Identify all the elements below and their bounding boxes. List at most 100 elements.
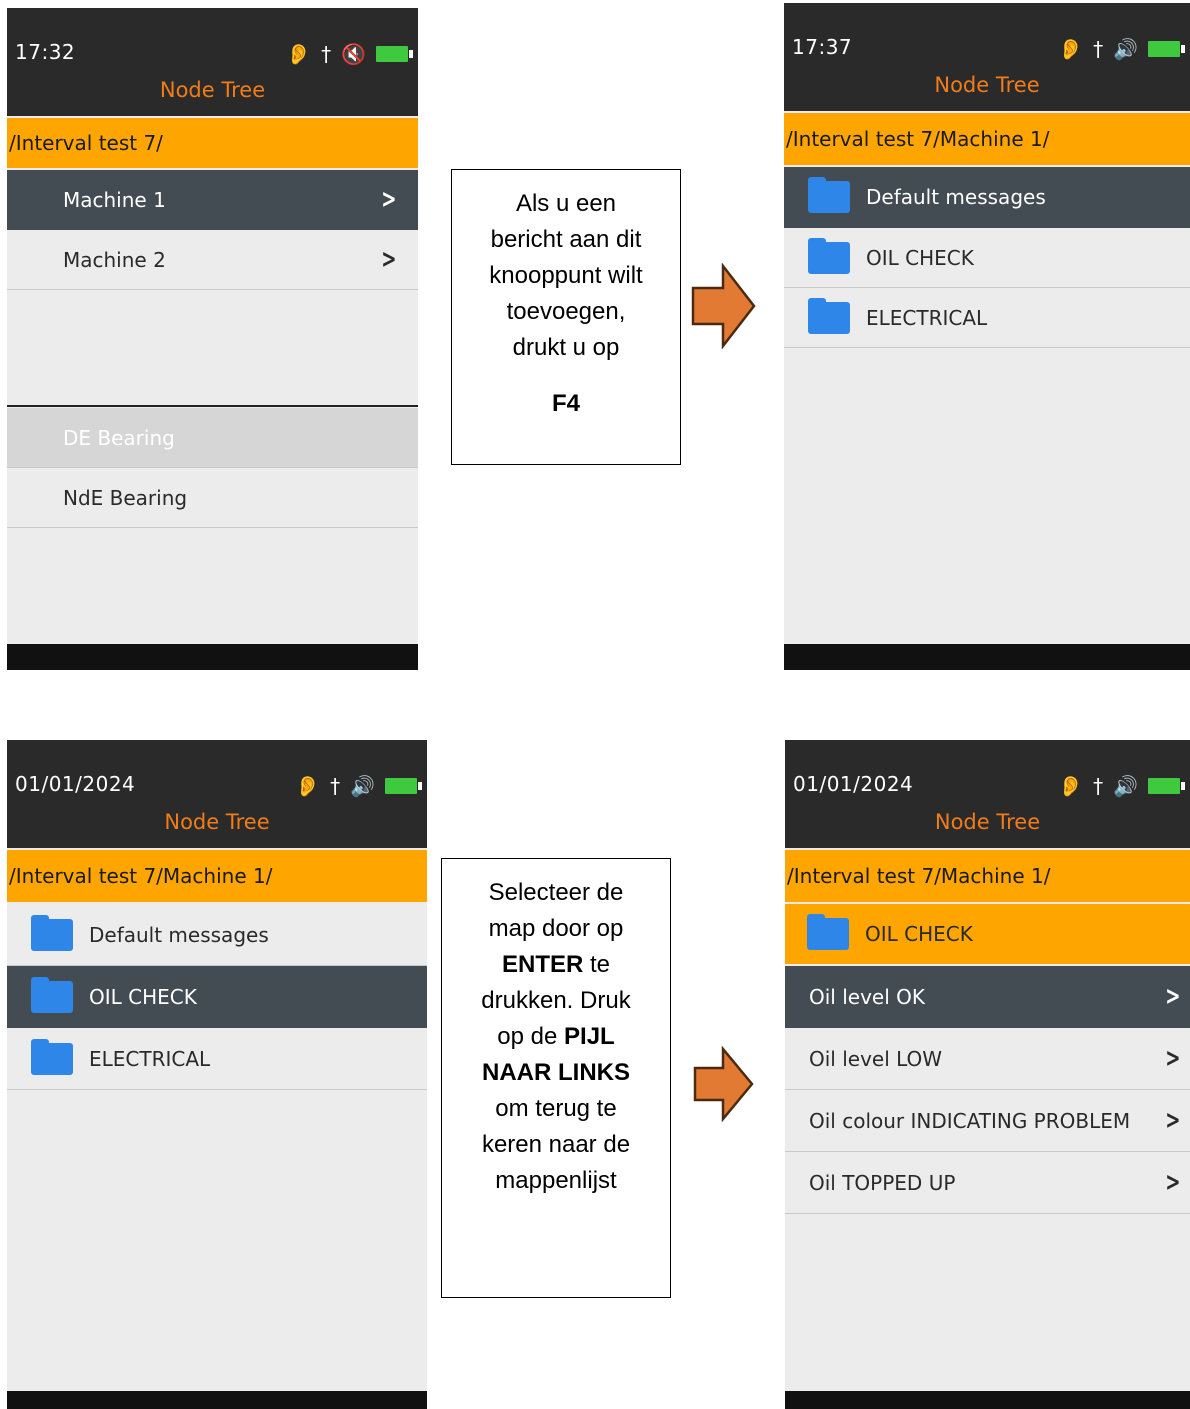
- open-folder-header[interactable]: OIL CHECK: [785, 904, 1190, 964]
- instruction-line: knooppunt wilt: [489, 262, 643, 289]
- speaker-icon: 🔊: [1113, 774, 1138, 798]
- folder-item-oil-check[interactable]: OIL CHECK: [7, 966, 427, 1028]
- speaker-icon: 🔊: [350, 774, 375, 798]
- folder-label: OIL CHECK: [866, 245, 974, 270]
- hearing-warning-icon: 👂: [1058, 37, 1084, 61]
- status-icons: 👂 † 🔊: [1058, 774, 1185, 798]
- usb-icon: †: [1093, 37, 1104, 61]
- instruction-line: op de PIJL: [497, 1023, 615, 1050]
- instruction-line: bericht aan dit: [490, 226, 642, 253]
- message-label: Oil level OK: [809, 984, 925, 1009]
- instruction-line: om terug te: [495, 1095, 617, 1122]
- key-enter: ENTER: [501, 951, 584, 978]
- folder-item-default-messages[interactable]: Default messages: [784, 167, 1190, 228]
- message-item-oil-topped-up[interactable]: Oil TOPPED UP >: [785, 1152, 1190, 1214]
- battery-icon: [1148, 41, 1185, 57]
- status-icons: 👂 † 🔇: [286, 42, 413, 66]
- instruction-line: drukken. Druk: [481, 987, 631, 1014]
- folder-icon: [808, 237, 850, 274]
- message-item-oil-level-ok[interactable]: Oil level OK >: [785, 966, 1190, 1028]
- status-icons: 👂 † 🔊: [295, 774, 422, 798]
- folder-icon: [807, 914, 849, 950]
- folder-label: ELECTRICAL: [89, 1046, 211, 1071]
- bottom-bar: [784, 644, 1190, 670]
- screen-node-tree-select-folder: 01/01/2024 👂 † 🔊 Node Tree /Interval tes…: [7, 740, 427, 1409]
- folder-label: Default messages: [89, 922, 269, 947]
- message-item-oil-colour[interactable]: Oil colour INDICATING PROBLEM >: [785, 1090, 1190, 1152]
- screen-node-tree-root: 17:32 👂 † 🔇 Node Tree /Interval test 7/ …: [7, 8, 418, 670]
- instruction-box-enter: Selecteer de map door op ENTER te drukke…: [441, 858, 671, 1298]
- folder-icon: [808, 297, 850, 334]
- folder-item-default-messages[interactable]: Default messages: [7, 904, 427, 966]
- breadcrumb: /Interval test 7/Machine 1/: [7, 850, 427, 902]
- status-header: 17:37 👂 † 🔊 Node Tree: [784, 3, 1190, 111]
- instruction-line: Selecteer de: [488, 879, 624, 906]
- bottom-bar: [7, 644, 418, 670]
- page-title: Node Tree: [934, 73, 1040, 97]
- instruction-line: map door op: [488, 915, 624, 942]
- instruction-box-f4: Als u een bericht aan dit knooppunt wilt…: [451, 169, 681, 465]
- folder-item-oil-check[interactable]: OIL CHECK: [784, 228, 1190, 288]
- list-item-machine-1[interactable]: Machine 1 >: [7, 170, 418, 230]
- status-header: 17:32 👂 † 🔇 Node Tree: [7, 8, 418, 116]
- key-f4: F4: [551, 390, 580, 417]
- clock-time: 01/01/2024: [793, 772, 914, 796]
- list-item-nde-bearing[interactable]: NdE Bearing: [7, 468, 418, 528]
- usb-icon: †: [330, 774, 341, 798]
- hearing-warning-icon: 👂: [295, 774, 321, 798]
- arrow-right-icon: [693, 1046, 754, 1122]
- divider: [7, 405, 418, 407]
- folder-icon: [31, 976, 73, 1013]
- list-item-label: Machine 1: [63, 187, 166, 212]
- usb-icon: †: [1093, 774, 1104, 798]
- key-arrow-left-2: NAAR LINKS: [482, 1059, 630, 1086]
- status-header: 01/01/2024 👂 † 🔊 Node Tree: [785, 740, 1190, 848]
- clock-time: 17:32: [15, 40, 76, 64]
- message-label: Oil colour INDICATING PROBLEM: [809, 1108, 1131, 1133]
- instruction-line: toevoegen,: [506, 298, 626, 325]
- folder-item-electrical[interactable]: ELECTRICAL: [7, 1028, 427, 1090]
- chevron-right-icon: >: [1165, 1042, 1181, 1073]
- breadcrumb: /Interval test 7/: [7, 118, 418, 168]
- key-arrow-left: PIJL: [564, 1023, 615, 1050]
- screen-node-tree-machine: 17:37 👂 † 🔊 Node Tree /Interval test 7/M…: [784, 3, 1190, 670]
- folder-icon: [31, 914, 73, 951]
- page-title: Node Tree: [164, 810, 270, 834]
- instruction-line: mappenlijst: [495, 1167, 617, 1194]
- status-header: 01/01/2024 👂 † 🔊 Node Tree: [7, 740, 427, 848]
- hearing-warning-icon: 👂: [286, 42, 312, 66]
- instruction-key: F4: [452, 386, 680, 422]
- list-item-label: NdE Bearing: [63, 485, 188, 510]
- clock-time: 01/01/2024: [15, 772, 136, 796]
- instruction-line: ENTER te: [501, 951, 611, 978]
- speaker-muted-icon: 🔇: [341, 42, 366, 66]
- bottom-bar: [7, 1391, 427, 1409]
- hearing-warning-icon: 👂: [1058, 774, 1084, 798]
- chevron-right-icon: >: [1165, 980, 1181, 1011]
- screen-node-tree-messages: 01/01/2024 👂 † 🔊 Node Tree /Interval tes…: [785, 740, 1190, 1409]
- bottom-bar: [785, 1391, 1190, 1409]
- chevron-right-icon: >: [1165, 1104, 1181, 1135]
- list-item-machine-2[interactable]: Machine 2 >: [7, 230, 418, 290]
- folder-label: OIL CHECK: [865, 922, 973, 946]
- battery-icon: [385, 778, 422, 794]
- clock-time: 17:37: [792, 35, 853, 59]
- folder-item-electrical[interactable]: ELECTRICAL: [784, 288, 1190, 348]
- folder-label: Default messages: [866, 185, 1046, 209]
- message-label: Oil level LOW: [809, 1046, 943, 1071]
- folder-icon: [808, 177, 850, 213]
- arrow-right-icon: [691, 263, 756, 349]
- instruction-line: Als u een: [515, 190, 617, 217]
- instruction-line: NAAR LINKS: [442, 1055, 670, 1091]
- battery-icon: [1148, 778, 1185, 794]
- list-item-de-bearing[interactable]: DE Bearing: [7, 408, 418, 468]
- battery-icon: [376, 46, 413, 62]
- page-title: Node Tree: [159, 78, 266, 102]
- list-item-label: Machine 2: [63, 247, 166, 272]
- message-label: Oil TOPPED UP: [809, 1170, 956, 1195]
- chevron-right-icon: >: [381, 243, 397, 274]
- chevron-right-icon: >: [1165, 1166, 1181, 1197]
- message-item-oil-level-low[interactable]: Oil level LOW >: [785, 1028, 1190, 1090]
- status-icons: 👂 † 🔊: [1058, 37, 1185, 61]
- breadcrumb: /Interval test 7/Machine 1/: [785, 850, 1190, 902]
